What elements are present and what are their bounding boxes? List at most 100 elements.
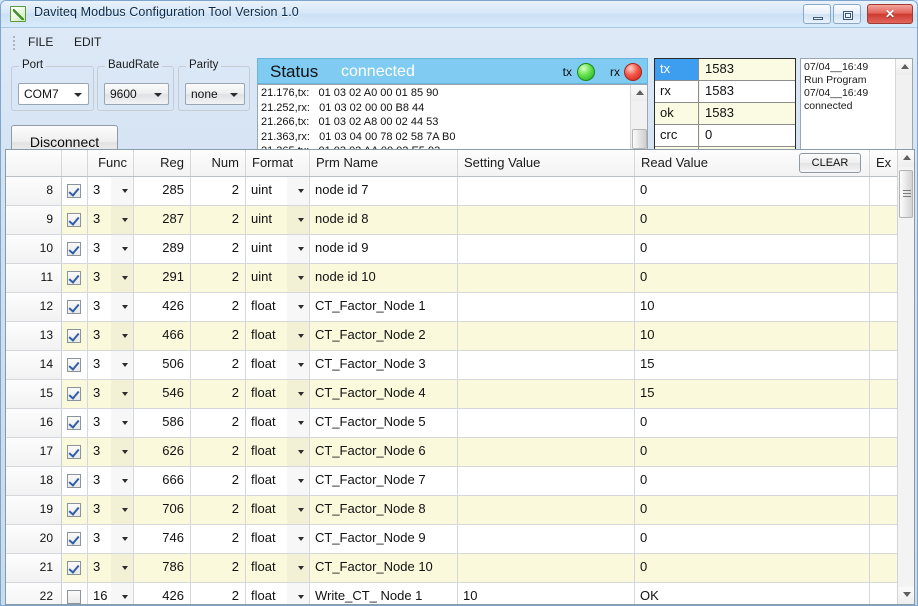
cell-format[interactable]: float bbox=[246, 467, 310, 495]
checkbox-checked-icon[interactable] bbox=[67, 300, 81, 314]
checkbox-checked-icon[interactable] bbox=[67, 184, 81, 198]
row-enable-checkbox-cell[interactable] bbox=[62, 409, 88, 437]
cell-func[interactable]: 3 bbox=[88, 409, 134, 437]
checkbox-checked-icon[interactable] bbox=[67, 503, 81, 517]
cell-reg[interactable]: 466 bbox=[134, 322, 191, 350]
cell-num[interactable]: 2 bbox=[191, 380, 246, 408]
cell-read-value[interactable]: 0 bbox=[635, 438, 870, 466]
cell-prm-name[interactable]: CT_Factor_Node 7 bbox=[310, 467, 458, 495]
cell-reg[interactable]: 426 bbox=[134, 293, 191, 321]
row-header[interactable]: 19 bbox=[6, 496, 62, 524]
table-row[interactable]: 20 3 746 2 float CT_Factor_Node 9 0 bbox=[6, 525, 899, 554]
table-row[interactable]: 21 3 786 2 float CT_Factor_Node 10 0 bbox=[6, 554, 899, 583]
cell-func[interactable]: 3 bbox=[88, 554, 134, 582]
header-func[interactable]: Func bbox=[88, 150, 134, 176]
cell-setting-value[interactable] bbox=[458, 264, 635, 292]
cell-extra[interactable] bbox=[870, 322, 899, 350]
row-header[interactable]: 10 bbox=[6, 235, 62, 263]
header-reg[interactable]: Reg bbox=[134, 150, 191, 176]
cell-read-value[interactable]: 0 bbox=[635, 496, 870, 524]
cell-func[interactable]: 3 bbox=[88, 351, 134, 379]
cell-reg[interactable]: 786 bbox=[134, 554, 191, 582]
cell-extra[interactable] bbox=[870, 438, 899, 466]
checkbox-checked-icon[interactable] bbox=[67, 561, 81, 575]
checkbox-checked-icon[interactable] bbox=[67, 387, 81, 401]
cell-num[interactable]: 2 bbox=[191, 496, 246, 524]
cell-reg[interactable]: 626 bbox=[134, 438, 191, 466]
cell-format[interactable]: float bbox=[246, 409, 310, 437]
header-extra[interactable]: Ex bbox=[870, 150, 899, 176]
cell-num[interactable]: 2 bbox=[191, 525, 246, 553]
cell-setting-value[interactable] bbox=[458, 409, 635, 437]
cell-read-value[interactable]: 0 bbox=[635, 235, 870, 263]
cell-dropdown-zone[interactable] bbox=[111, 583, 133, 604]
minimize-button[interactable] bbox=[803, 4, 831, 24]
scroll-up-button[interactable] bbox=[898, 150, 914, 167]
cell-setting-value[interactable] bbox=[458, 438, 635, 466]
cell-reg[interactable]: 285 bbox=[134, 177, 191, 205]
cell-format[interactable]: uint bbox=[246, 235, 310, 263]
cell-prm-name[interactable]: CT_Factor_Node 6 bbox=[310, 438, 458, 466]
scroll-thumb[interactable] bbox=[899, 170, 913, 218]
checkbox-checked-icon[interactable] bbox=[67, 329, 81, 343]
cell-prm-name[interactable]: CT_Factor_Node 8 bbox=[310, 496, 458, 524]
cell-read-value[interactable]: 0 bbox=[635, 264, 870, 292]
cell-reg[interactable]: 746 bbox=[134, 525, 191, 553]
cell-format[interactable]: float bbox=[246, 496, 310, 524]
table-row[interactable]: 14 3 506 2 float CT_Factor_Node 3 15 bbox=[6, 351, 899, 380]
cell-read-value[interactable]: 15 bbox=[635, 380, 870, 408]
cell-setting-value[interactable] bbox=[458, 467, 635, 495]
cell-setting-value[interactable] bbox=[458, 496, 635, 524]
row-enable-checkbox-cell[interactable] bbox=[62, 322, 88, 350]
table-row[interactable]: 16 3 586 2 float CT_Factor_Node 5 0 bbox=[6, 409, 899, 438]
row-enable-checkbox-cell[interactable] bbox=[62, 293, 88, 321]
cell-extra[interactable] bbox=[870, 293, 899, 321]
row-enable-checkbox-cell[interactable] bbox=[62, 235, 88, 263]
cell-read-value[interactable]: 10 bbox=[635, 322, 870, 350]
counter-row-crc[interactable]: crc 0 bbox=[655, 125, 795, 147]
checkbox-checked-icon[interactable] bbox=[67, 358, 81, 372]
row-header[interactable]: 22 bbox=[6, 583, 62, 604]
table-scrollbar[interactable] bbox=[897, 150, 914, 604]
cell-dropdown-zone[interactable] bbox=[287, 583, 309, 604]
cell-prm-name[interactable]: CT_Factor_Node 9 bbox=[310, 525, 458, 553]
row-enable-checkbox-cell[interactable] bbox=[62, 583, 88, 604]
cell-num[interactable]: 2 bbox=[191, 409, 246, 437]
row-header[interactable]: 17 bbox=[6, 438, 62, 466]
cell-num[interactable]: 2 bbox=[191, 467, 246, 495]
cell-setting-value[interactable] bbox=[458, 351, 635, 379]
header-rownum[interactable] bbox=[6, 150, 62, 176]
cell-extra[interactable] bbox=[870, 496, 899, 524]
cell-num[interactable]: 2 bbox=[191, 177, 246, 205]
row-enable-checkbox-cell[interactable] bbox=[62, 206, 88, 234]
cell-num[interactable]: 2 bbox=[191, 583, 246, 604]
cell-reg[interactable]: 546 bbox=[134, 380, 191, 408]
cell-prm-name[interactable]: node id 7 bbox=[310, 177, 458, 205]
header-setting-value[interactable]: Setting Value bbox=[458, 150, 635, 176]
header-format[interactable]: Format bbox=[246, 150, 310, 176]
table-row[interactable]: 8 3 285 2 uint node id 7 0 bbox=[6, 177, 899, 206]
cell-format[interactable]: float bbox=[246, 380, 310, 408]
cell-read-value[interactable]: 0 bbox=[635, 525, 870, 553]
table-row[interactable]: 10 3 289 2 uint node id 9 0 bbox=[6, 235, 899, 264]
counter-row-tx[interactable]: tx 1583 bbox=[655, 59, 795, 81]
header-prm-name[interactable]: Prm Name bbox=[310, 150, 458, 176]
row-header[interactable]: 15 bbox=[6, 380, 62, 408]
cell-func[interactable]: 3 bbox=[88, 525, 134, 553]
cell-num[interactable]: 2 bbox=[191, 206, 246, 234]
cell-setting-value[interactable] bbox=[458, 206, 635, 234]
cell-func[interactable]: 3 bbox=[88, 467, 134, 495]
cell-setting-value[interactable] bbox=[458, 293, 635, 321]
cell-format[interactable]: uint bbox=[246, 177, 310, 205]
row-header[interactable]: 9 bbox=[6, 206, 62, 234]
cell-prm-name[interactable]: CT_Factor_Node 3 bbox=[310, 351, 458, 379]
table-row[interactable]: 18 3 666 2 float CT_Factor_Node 7 0 bbox=[6, 467, 899, 496]
cell-num[interactable]: 2 bbox=[191, 351, 246, 379]
row-enable-checkbox-cell[interactable] bbox=[62, 438, 88, 466]
cell-extra[interactable] bbox=[870, 554, 899, 582]
cell-extra[interactable] bbox=[870, 351, 899, 379]
counter-row-rx[interactable]: rx 1583 bbox=[655, 81, 795, 103]
cell-prm-name[interactable]: node id 8 bbox=[310, 206, 458, 234]
table-row[interactable]: 11 3 291 2 uint node id 10 0 bbox=[6, 264, 899, 293]
table-row[interactable]: 22 16 426 2 float Write_CT_ Node 1 10 OK bbox=[6, 583, 899, 604]
